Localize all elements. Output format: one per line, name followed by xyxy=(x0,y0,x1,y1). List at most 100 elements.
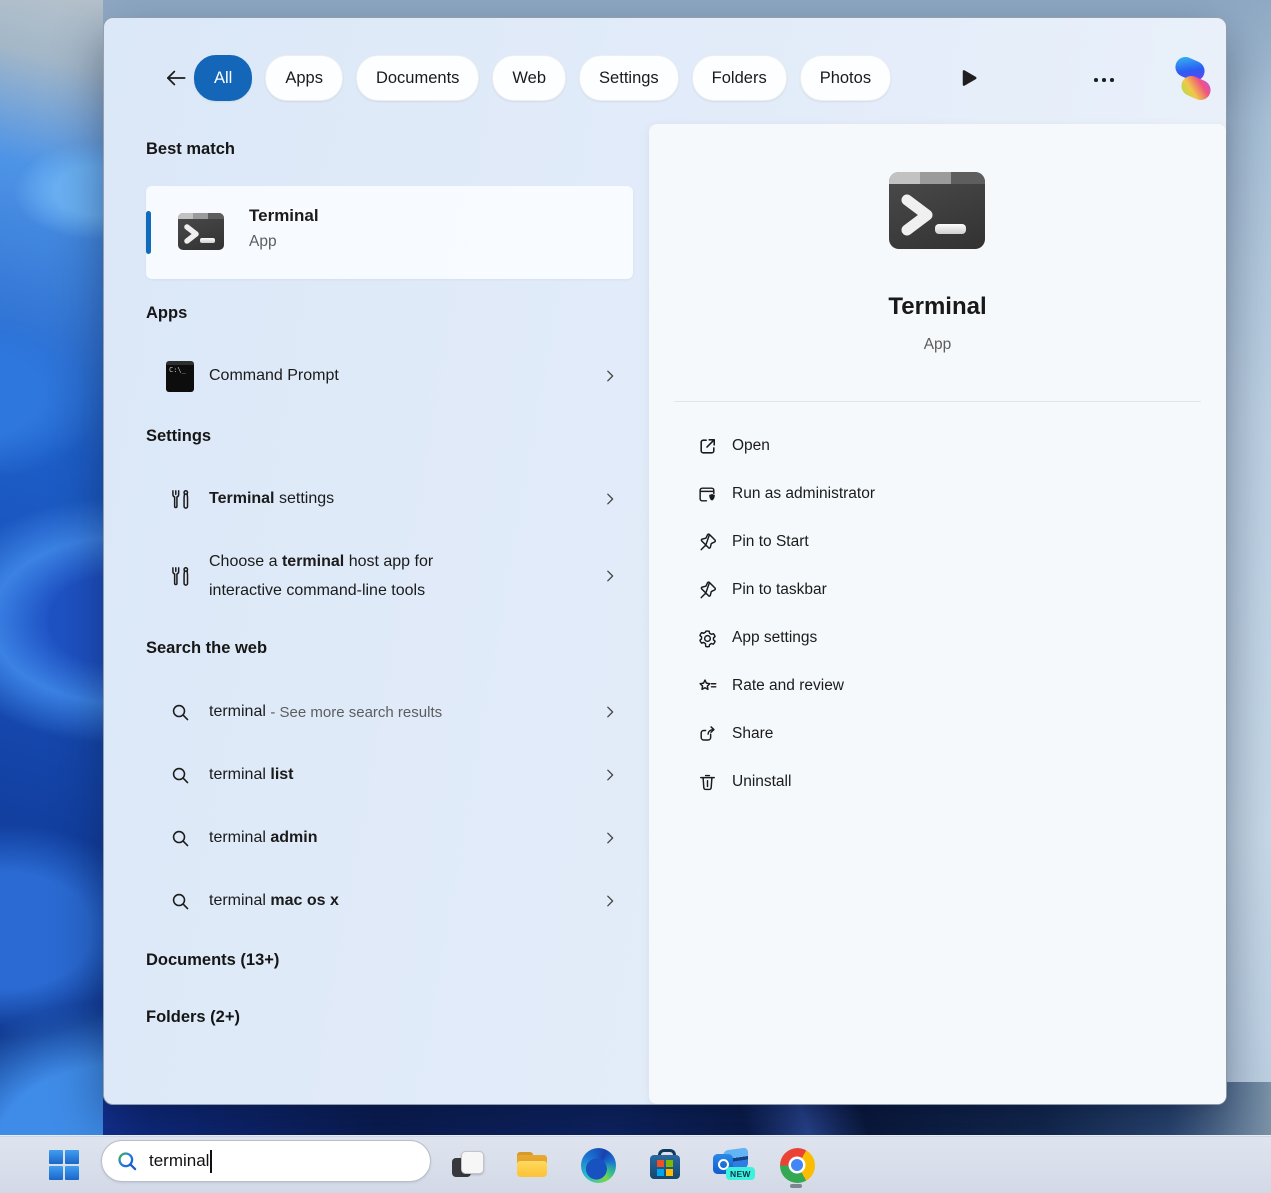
result-post: host app for xyxy=(349,548,434,575)
back-arrow-icon xyxy=(163,65,189,91)
pin-icon xyxy=(695,530,719,554)
overflow-menu-button[interactable] xyxy=(1086,70,1122,90)
result-bold: Terminal xyxy=(209,490,275,508)
outlook-button[interactable]: NEW xyxy=(709,1145,753,1185)
tools-icon xyxy=(166,476,194,522)
action-share[interactable]: Share xyxy=(649,710,1226,758)
trash-icon xyxy=(695,770,719,794)
chevron-right-icon xyxy=(603,705,617,719)
chrome-icon xyxy=(780,1148,815,1183)
search-icon xyxy=(166,815,194,861)
result-pre: Choose a xyxy=(209,548,278,575)
best-match-header: Best match xyxy=(146,140,235,159)
action-rate-and-review[interactable]: Rate and review xyxy=(649,662,1226,710)
action-label: Uninstall xyxy=(732,758,791,806)
web-result-see-more[interactable]: terminal- See more search results xyxy=(146,689,633,735)
copilot-button[interactable] xyxy=(1170,57,1216,101)
tab-apps[interactable]: Apps xyxy=(265,55,343,101)
microsoft-store-button[interactable] xyxy=(643,1145,687,1185)
back-button[interactable] xyxy=(160,62,192,94)
admin-shield-icon xyxy=(695,482,719,506)
result-command-prompt[interactable]: C:\_ Command Prompt xyxy=(146,353,633,399)
more-filters-button[interactable] xyxy=(957,66,981,90)
pin-icon xyxy=(695,578,719,602)
suggestion-bold: mac os x xyxy=(270,892,338,910)
tab-settings-label: Settings xyxy=(599,69,659,88)
open-external-icon xyxy=(695,434,719,458)
result-bold: terminal xyxy=(282,548,344,575)
file-explorer-button[interactable] xyxy=(510,1145,554,1185)
action-open[interactable]: Open xyxy=(649,422,1226,470)
chrome-button[interactable] xyxy=(775,1145,819,1185)
suggestion-bold: list xyxy=(270,766,293,784)
search-magnifier-icon xyxy=(116,1150,139,1173)
tab-all[interactable]: All xyxy=(194,55,252,101)
tab-folders[interactable]: Folders xyxy=(692,55,787,101)
edge-button[interactable] xyxy=(576,1145,620,1185)
tab-folders-label: Folders xyxy=(712,69,767,88)
chevron-right-icon xyxy=(603,894,617,908)
web-result-terminal-mac-os-x[interactable]: terminalmac os x xyxy=(146,878,633,924)
documents-header[interactable]: Documents (13+) xyxy=(146,951,279,970)
action-label: Rate and review xyxy=(732,662,844,710)
annotation-text: - See more search results xyxy=(270,704,442,721)
best-match-subtitle: App xyxy=(249,233,277,251)
result-label: Command Prompt xyxy=(209,367,339,385)
action-uninstall[interactable]: Uninstall xyxy=(649,758,1226,806)
web-result-terminal-admin[interactable]: terminaladmin xyxy=(146,815,633,861)
search-web-header: Search the web xyxy=(146,639,267,658)
action-run-as-administrator[interactable]: Run as administrator xyxy=(649,470,1226,518)
selection-accent-bar xyxy=(146,211,151,254)
task-view-button[interactable] xyxy=(443,1145,487,1185)
action-label: Run as administrator xyxy=(732,470,875,518)
chevron-right-icon xyxy=(603,569,617,583)
text-caret xyxy=(210,1150,212,1173)
share-icon xyxy=(695,722,719,746)
chrome-running-indicator xyxy=(790,1184,802,1188)
tab-photos-label: Photos xyxy=(820,69,871,88)
chevron-right-icon xyxy=(603,369,617,383)
web-result-terminal-list[interactable]: terminallist xyxy=(146,752,633,798)
command-prompt-icon: C:\_ xyxy=(166,361,194,392)
suggestion-bold: admin xyxy=(270,829,317,847)
tab-documents[interactable]: Documents xyxy=(356,55,479,101)
action-label: App settings xyxy=(732,614,817,662)
copilot-icon xyxy=(1170,57,1216,101)
result-terminal-settings[interactable]: Terminalsettings xyxy=(146,476,633,522)
search-icon xyxy=(166,878,194,924)
ellipsis-icon xyxy=(1094,78,1114,82)
best-match-result[interactable]: Terminal App xyxy=(146,186,633,279)
best-match-title: Terminal xyxy=(249,206,319,226)
divider xyxy=(674,401,1201,402)
tab-photos[interactable]: Photos xyxy=(800,55,891,101)
tab-settings[interactable]: Settings xyxy=(579,55,679,101)
outlook-icon: NEW xyxy=(711,1147,751,1183)
chevron-right-icon xyxy=(603,492,617,506)
result-choose-terminal-host[interactable]: Choose aterminalhost app for interactive… xyxy=(146,544,633,608)
file-explorer-icon xyxy=(514,1149,550,1181)
action-label: Open xyxy=(732,422,770,470)
action-label: Pin to taskbar xyxy=(732,566,827,614)
tab-web[interactable]: Web xyxy=(492,55,566,101)
tab-apps-label: Apps xyxy=(285,69,323,88)
action-pin-to-taskbar[interactable]: Pin to taskbar xyxy=(649,566,1226,614)
folders-header[interactable]: Folders (2+) xyxy=(146,1008,240,1027)
apps-header: Apps xyxy=(146,304,187,323)
filter-tabs: All Apps Documents Web Settings Folders … xyxy=(194,55,891,101)
action-pin-to-start[interactable]: Pin to Start xyxy=(649,518,1226,566)
result-rest: settings xyxy=(279,490,334,508)
chevron-right-icon xyxy=(603,768,617,782)
microsoft-store-icon xyxy=(647,1147,683,1183)
desktop: All Apps Documents Web Settings Folders … xyxy=(0,0,1271,1193)
task-view-icon xyxy=(445,1145,485,1185)
rate-star-icon xyxy=(695,674,719,698)
tools-icon xyxy=(166,544,194,608)
start-button[interactable] xyxy=(42,1145,86,1185)
result-line2: interactive command-line tools xyxy=(209,577,425,604)
outlook-new-badge: NEW xyxy=(726,1167,755,1180)
windows-logo-icon xyxy=(49,1150,80,1181)
action-app-settings[interactable]: App settings xyxy=(649,614,1226,662)
search-input[interactable]: terminal xyxy=(101,1140,431,1182)
edge-icon xyxy=(581,1148,616,1183)
preview-app-title: Terminal xyxy=(649,293,1226,321)
